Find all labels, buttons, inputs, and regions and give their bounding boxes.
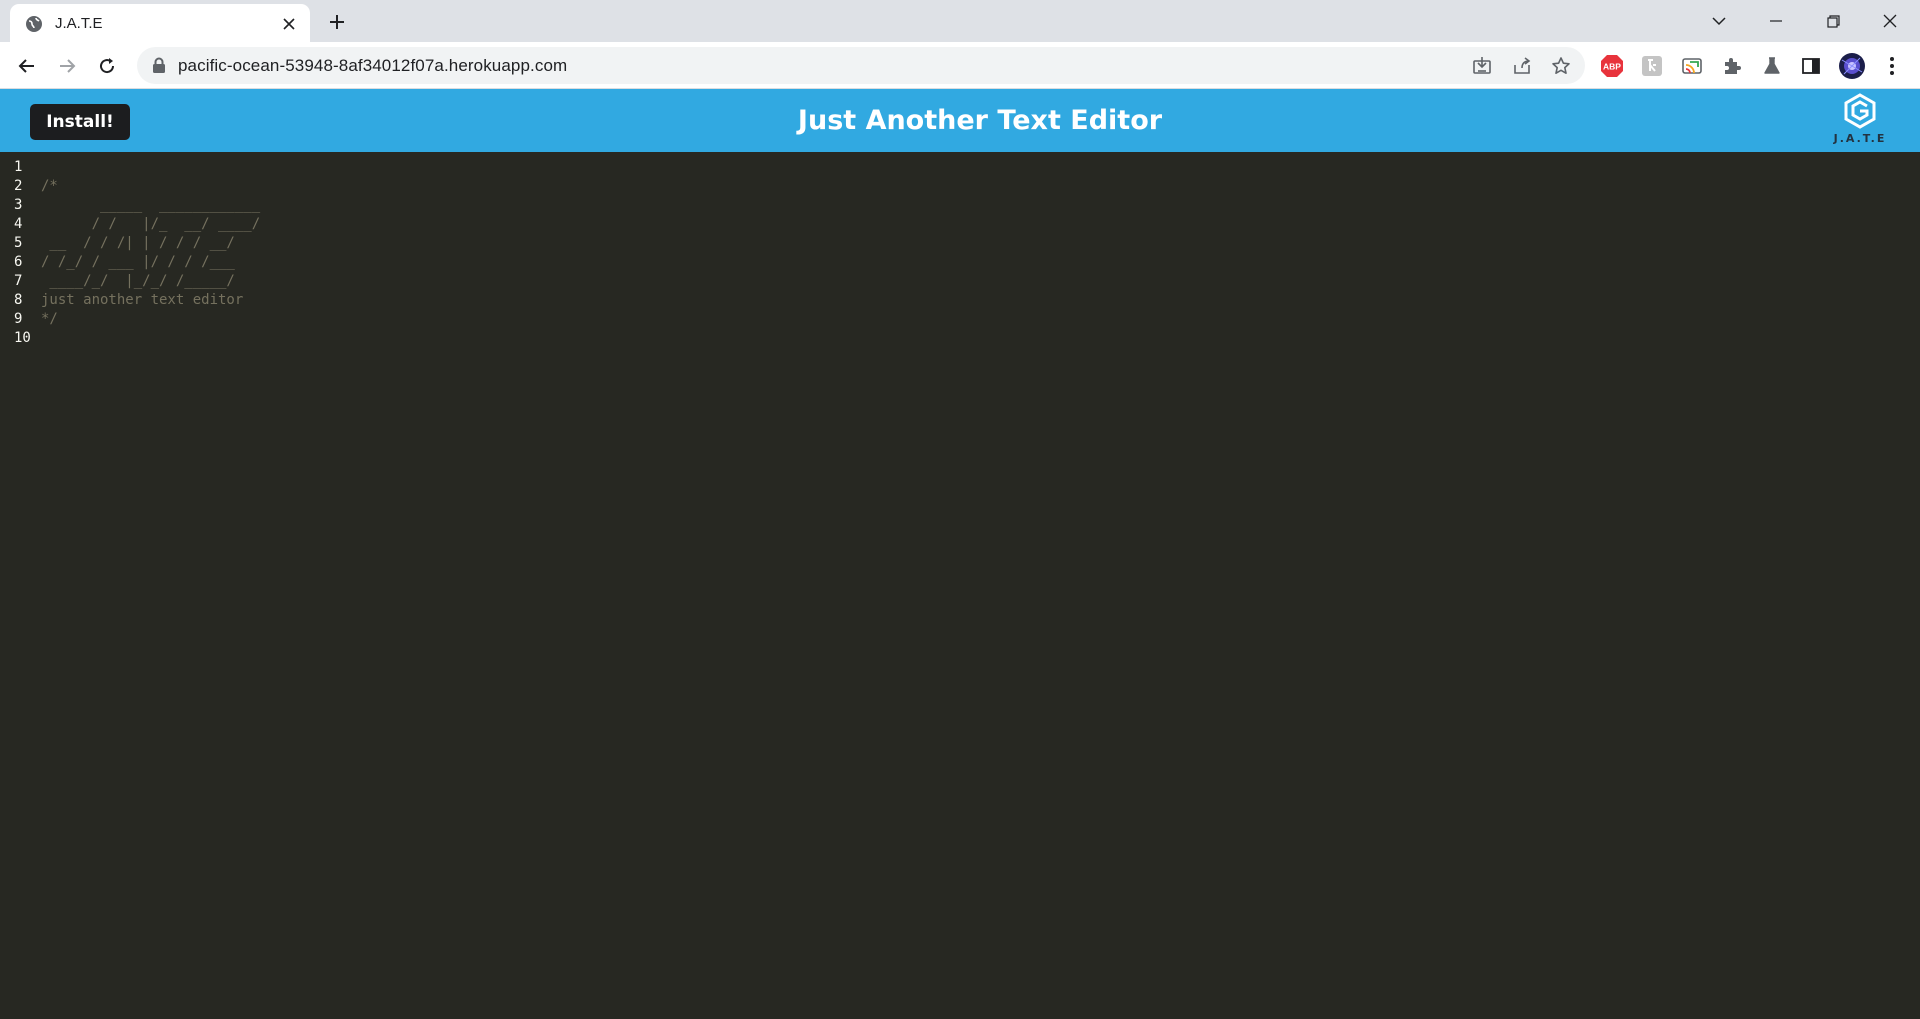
line-number: 5 <box>14 235 23 251</box>
line-number: 7 <box>14 273 23 289</box>
cast-extension-icon[interactable] <box>1678 52 1706 80</box>
forward-arrow-icon[interactable] <box>52 51 82 81</box>
line-text: */ <box>41 311 58 327</box>
puzzle-extensions-icon[interactable] <box>1718 52 1746 80</box>
new-tab-button[interactable] <box>324 9 350 35</box>
restore-icon[interactable] <box>1813 6 1853 36</box>
globe-icon <box>25 15 43 33</box>
editor-line[interactable]: 10 <box>0 329 260 348</box>
app-header: Install! Just Another Text Editor J.A.T.… <box>0 89 1920 152</box>
extension-icon[interactable] <box>1638 52 1666 80</box>
labs-flask-icon[interactable] <box>1758 52 1786 80</box>
line-number: 1 <box>14 159 23 175</box>
line-text: ____/_/ |_/_/ /_____/ <box>41 273 235 289</box>
logo-text: J.A.T.E <box>1833 132 1887 145</box>
line-number: 4 <box>14 216 23 232</box>
more-menu-icon[interactable] <box>1878 52 1906 80</box>
line-text: just another text editor <box>41 292 244 308</box>
profile-avatar[interactable] <box>1838 52 1866 80</box>
tab-title: J.A.T.E <box>55 15 103 32</box>
editor-lines: 1 2 /* 3 _____ ____________ 4 / / |/_ __/… <box>0 158 260 348</box>
editor-line[interactable]: 3 _____ ____________ <box>0 196 260 215</box>
line-number: 2 <box>14 178 23 194</box>
adblock-extension-icon[interactable]: ABP <box>1598 52 1626 80</box>
line-text: /* <box>41 178 58 194</box>
page-title: Just Another Text Editor <box>797 105 1163 136</box>
share-icon[interactable] <box>1509 53 1535 79</box>
reload-icon[interactable] <box>92 51 122 81</box>
line-text: / /_/ / ___ |/ / / /___ <box>41 254 235 270</box>
window-close-icon[interactable] <box>1870 6 1910 36</box>
line-number: 8 <box>14 292 23 308</box>
editor-line[interactable]: 2 /* <box>0 177 260 196</box>
browser-toolbar: pacific-ocean-53948-8af34012f07a.herokua… <box>0 42 1920 89</box>
editor-line[interactable]: 9 */ <box>0 310 260 329</box>
editor-line[interactable]: 1 <box>0 158 260 177</box>
lock-icon[interactable] <box>152 57 168 75</box>
bookmark-star-icon[interactable] <box>1548 53 1574 79</box>
svg-text:ABP: ABP <box>1603 62 1621 72</box>
editor-line[interactable]: 5 __ / / /| | / / / __/ <box>0 234 260 253</box>
line-number: 6 <box>14 254 23 270</box>
line-number: 3 <box>14 197 23 213</box>
line-text: _____ ____________ <box>41 197 261 213</box>
install-app-icon[interactable] <box>1469 53 1495 79</box>
side-panel-icon[interactable] <box>1797 52 1825 80</box>
editor-line[interactable]: 8 just another text editor <box>0 291 260 310</box>
line-text: __ / / /| | / / / __/ <box>41 235 235 251</box>
hexagon-logo-icon <box>1844 93 1876 129</box>
editor-line[interactable]: 6 / /_/ / ___ |/ / / /___ <box>0 253 260 272</box>
minimize-icon[interactable] <box>1756 6 1796 36</box>
editor-line[interactable]: 4 / / |/_ __/ ____/ <box>0 215 260 234</box>
browser-tab[interactable]: J.A.T.E <box>10 4 310 42</box>
line-number: 10 <box>14 330 31 346</box>
jate-logo: J.A.T.E <box>1832 93 1888 149</box>
address-bar[interactable]: pacific-ocean-53948-8af34012f07a.herokua… <box>137 47 1585 84</box>
line-number: 9 <box>14 311 23 327</box>
url-text: pacific-ocean-53948-8af34012f07a.herokua… <box>178 56 568 75</box>
editor-line[interactable]: 7 ____/_/ |_/_/ /_____/ <box>0 272 260 291</box>
back-arrow-icon[interactable] <box>12 51 42 81</box>
close-tab-icon[interactable] <box>278 13 300 35</box>
code-editor[interactable]: 1 2 /* 3 _____ ____________ 4 / / |/_ __/… <box>0 152 1920 1019</box>
tab-search-icon[interactable] <box>1699 6 1739 36</box>
browser-tabstrip: J.A.T.E <box>0 0 1920 42</box>
line-text: / / |/_ __/ ____/ <box>41 216 261 232</box>
